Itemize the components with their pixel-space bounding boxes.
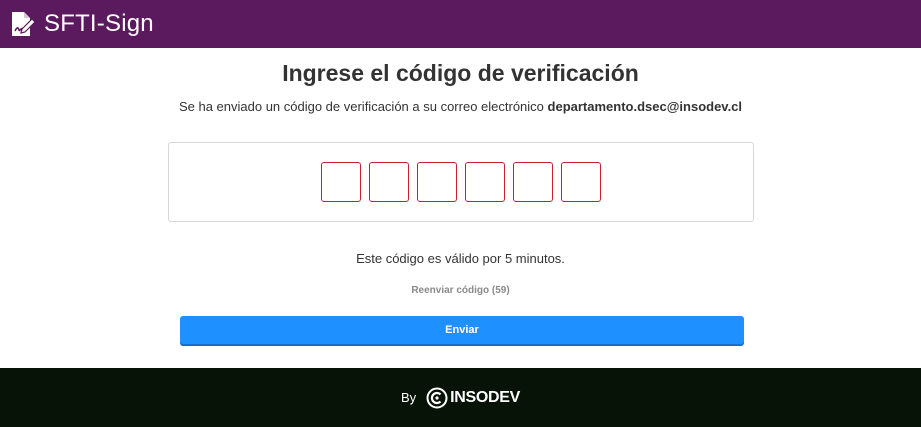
page-title: Ingrese el código de verificación	[282, 60, 639, 86]
code-input-group	[321, 162, 601, 202]
submit-button[interactable]: Enviar	[180, 316, 744, 344]
code-digit-3[interactable]	[417, 162, 457, 202]
signed-document-icon	[8, 10, 36, 38]
code-digit-2[interactable]	[369, 162, 409, 202]
footer: By INSODEV	[0, 368, 921, 427]
code-digit-5[interactable]	[513, 162, 553, 202]
code-input-panel	[168, 142, 754, 222]
code-digit-1[interactable]	[321, 162, 361, 202]
insodev-logo-icon	[426, 387, 448, 409]
email-address: departamento.dsec@insodev.cl	[547, 99, 743, 114]
verification-message: Se ha enviado un código de verificación …	[0, 99, 921, 114]
code-digit-4[interactable]	[465, 162, 505, 202]
resend-code-link[interactable]: Reenviar código (59)	[0, 285, 921, 296]
brand-name: INSODEV	[450, 388, 521, 406]
app-title: SFTI-Sign	[44, 10, 154, 37]
verification-section: Ingrese el código de verificación Se ha …	[0, 48, 921, 368]
code-validity-text: Este código es válido por 5 minutos.	[356, 251, 565, 266]
code-digit-6[interactable]	[561, 162, 601, 202]
by-label: By	[400, 390, 417, 405]
top-bar: SFTI-Sign	[0, 0, 921, 48]
message-text: Se ha enviado un código de verificación …	[178, 99, 544, 114]
